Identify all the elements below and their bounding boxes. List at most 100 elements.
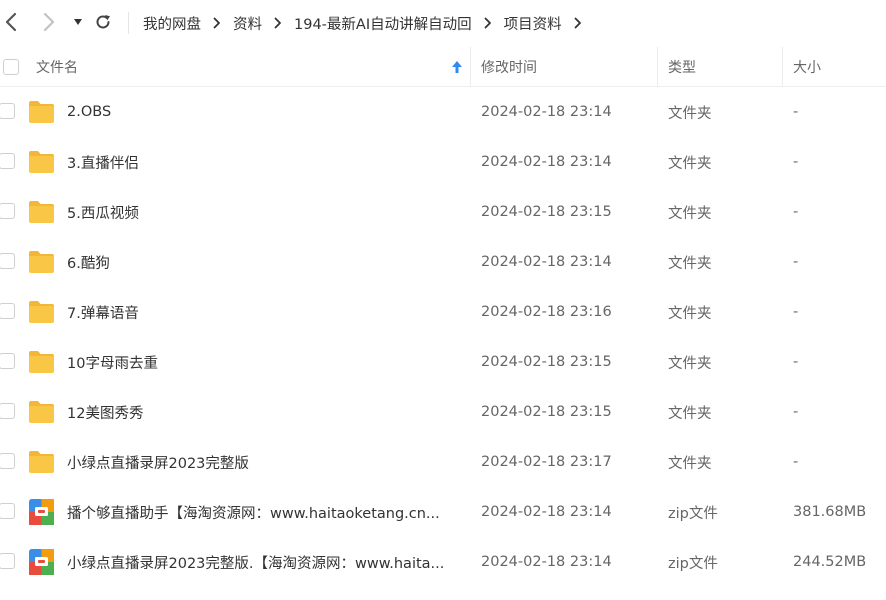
file-size: - [793, 354, 799, 370]
column-divider[interactable] [657, 47, 658, 87]
file-row[interactable]: 2.OBS 2024-02-18 23:14 文件夹 - [0, 87, 886, 137]
file-row[interactable]: 小绿点直播录屏2023完整版.【海淘资源网：www.haita... 2024-0… [0, 537, 886, 587]
column-header-size[interactable]: 大小 [793, 47, 821, 87]
file-size: 381.68MB [793, 504, 867, 520]
back-button[interactable] [0, 10, 24, 34]
file-size: - [793, 154, 799, 170]
column-header-type[interactable]: 类型 [668, 47, 696, 87]
column-divider[interactable] [782, 47, 783, 87]
file-modified-time: 2024-02-18 23:14 [481, 554, 612, 570]
row-checkbox[interactable] [0, 153, 15, 169]
folder-icon [29, 301, 54, 323]
row-checkbox[interactable] [0, 203, 15, 219]
column-divider[interactable] [470, 47, 471, 87]
file-modified-time: 2024-02-18 23:14 [481, 504, 612, 520]
breadcrumb-item-materials[interactable]: 资料 [233, 13, 262, 34]
folder-icon [29, 251, 54, 273]
file-name[interactable]: 播个够直播助手【海淘资源网：www.haitaoketang.cn... [67, 487, 440, 537]
file-list: 2.OBS 2024-02-18 23:14 文件夹 - 3.直播伴侣 2024-02-… [0, 87, 886, 587]
file-modified-time: 2024-02-18 23:15 [481, 404, 612, 420]
file-type: 文件夹 [668, 455, 712, 472]
folder-icon [29, 101, 54, 123]
folder-icon [29, 151, 54, 173]
caret-down-icon [74, 19, 82, 25]
folder-icon [29, 351, 54, 373]
row-checkbox[interactable] [0, 303, 15, 319]
file-name[interactable]: 6.酷狗 [67, 237, 110, 287]
file-row[interactable]: 12美图秀秀 2024-02-18 23:15 文件夹 - [0, 387, 886, 437]
file-name[interactable]: 12美图秀秀 [67, 387, 143, 437]
file-name[interactable]: 2.OBS [67, 87, 111, 137]
file-name[interactable]: 7.弹幕语音 [67, 287, 139, 337]
row-checkbox[interactable] [0, 253, 15, 269]
navigation-bar: 我的网盘 资料 194-最新AI自动讲解自动回 项目资料 [0, 0, 886, 46]
file-type: 文件夹 [668, 405, 712, 422]
file-row[interactable]: 6.酷狗 2024-02-18 23:14 文件夹 - [0, 237, 886, 287]
row-checkbox[interactable] [0, 403, 15, 419]
zip-archive-icon [29, 549, 54, 575]
nav-divider [128, 12, 129, 34]
file-type: 文件夹 [668, 305, 712, 322]
file-modified-time: 2024-02-18 23:15 [481, 354, 612, 370]
row-checkbox[interactable] [0, 353, 15, 369]
file-type: 文件夹 [668, 155, 712, 172]
breadcrumb-separator-icon [484, 17, 492, 29]
file-size: - [793, 204, 799, 220]
file-row[interactable]: 7.弹幕语音 2024-02-18 23:16 文件夹 - [0, 287, 886, 337]
file-name[interactable]: 小绿点直播录屏2023完整版.【海淘资源网：www.haita... [67, 537, 444, 587]
file-type: 文件夹 [668, 355, 712, 372]
file-size: - [793, 454, 799, 470]
arrow-up-icon[interactable] [451, 59, 463, 75]
breadcrumb-item-course-folder[interactable]: 194-最新AI自动讲解自动回 [294, 13, 472, 34]
file-size: - [793, 104, 799, 120]
file-type: 文件夹 [668, 105, 712, 122]
file-name[interactable]: 5.西瓜视频 [67, 187, 139, 237]
row-checkbox[interactable] [0, 503, 15, 519]
row-checkbox[interactable] [0, 553, 15, 569]
file-name[interactable]: 3.直播伴侣 [67, 137, 139, 187]
file-modified-time: 2024-02-18 23:14 [481, 254, 612, 270]
folder-icon [29, 201, 54, 223]
breadcrumb-separator-icon [574, 17, 582, 29]
row-checkbox[interactable] [0, 103, 15, 119]
file-row[interactable]: 5.西瓜视频 2024-02-18 23:15 文件夹 - [0, 187, 886, 237]
file-modified-time: 2024-02-18 23:16 [481, 304, 612, 320]
select-all-checkbox[interactable] [3, 59, 19, 75]
file-size: - [793, 304, 799, 320]
breadcrumb-item-current[interactable]: 项目资料 [504, 13, 562, 34]
column-header-name[interactable]: 文件名 [36, 47, 78, 87]
row-checkbox[interactable] [0, 453, 15, 469]
file-type: 文件夹 [668, 205, 712, 222]
refresh-icon [96, 15, 110, 29]
chevron-left-icon [5, 12, 17, 32]
file-modified-time: 2024-02-18 23:17 [481, 454, 612, 470]
file-modified-time: 2024-02-18 23:14 [481, 154, 612, 170]
file-type: zip文件 [668, 505, 718, 522]
zip-archive-icon [29, 499, 54, 525]
chevron-right-icon [43, 12, 55, 32]
file-row[interactable]: 10字母雨去重 2024-02-18 23:15 文件夹 - [0, 337, 886, 387]
file-modified-time: 2024-02-18 23:15 [481, 204, 612, 220]
breadcrumb-separator-icon [274, 17, 282, 29]
file-size: - [793, 254, 799, 270]
file-type: zip文件 [668, 555, 718, 572]
file-name[interactable]: 小绿点直播录屏2023完整版 [67, 437, 249, 487]
refresh-button[interactable] [91, 10, 115, 34]
folder-icon [29, 401, 54, 423]
folder-icon [29, 451, 54, 473]
breadcrumb-separator-icon [213, 17, 221, 29]
forward-button[interactable] [36, 10, 60, 34]
file-list-header: 文件名 修改时间 类型 大小 [0, 47, 886, 87]
file-name[interactable]: 10字母雨去重 [67, 337, 158, 387]
breadcrumb-item-my-drive[interactable]: 我的网盘 [143, 13, 201, 34]
file-size: 244.52MB [793, 554, 867, 570]
file-row[interactable]: 3.直播伴侣 2024-02-18 23:14 文件夹 - [0, 137, 886, 187]
file-modified-time: 2024-02-18 23:14 [481, 104, 612, 120]
column-header-modified[interactable]: 修改时间 [481, 47, 537, 87]
file-type: 文件夹 [668, 255, 712, 272]
file-row[interactable]: 播个够直播助手【海淘资源网：www.haitaoketang.cn... 2024… [0, 487, 886, 537]
history-dropdown-button[interactable] [66, 10, 90, 34]
file-size: - [793, 404, 799, 420]
file-row[interactable]: 小绿点直播录屏2023完整版 2024-02-18 23:17 文件夹 - [0, 437, 886, 487]
breadcrumb: 我的网盘 资料 194-最新AI自动讲解自动回 项目资料 [143, 0, 594, 46]
